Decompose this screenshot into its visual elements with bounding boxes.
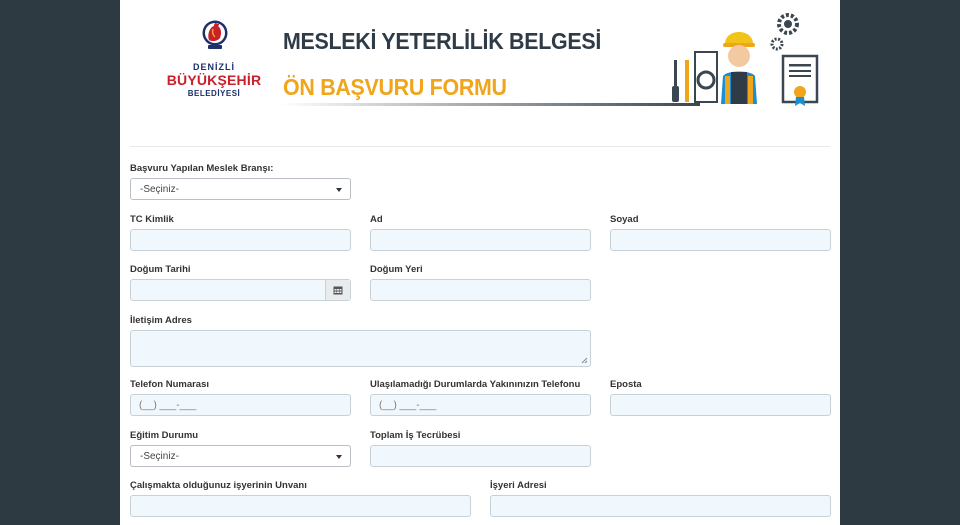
adres-label: İletişim Adres: [130, 315, 192, 326]
yakin-telefon-label: Ulaşılamadığı Durumlarda Yakınınızın Tel…: [370, 379, 581, 390]
dogum-yeri-label: Doğum Yeri: [370, 264, 423, 275]
yakin-telefon-input[interactable]: (__) ___-___: [370, 394, 591, 416]
adres-textarea[interactable]: [130, 330, 591, 367]
municipality-logo: DENİZLİ BÜYÜKŞEHİR BELEDİYESİ: [164, 10, 264, 102]
tecrube-input[interactable]: [370, 445, 591, 467]
logo-text-main: BÜYÜKŞEHİR: [166, 72, 262, 88]
chevron-down-icon: [336, 455, 342, 459]
gear-icon: [770, 13, 799, 51]
isyeri-unvan-input[interactable]: [130, 495, 471, 517]
yakin-telefon-placeholder: (__) ___-___: [379, 400, 437, 411]
dogum-yeri-input[interactable]: [370, 279, 591, 301]
telefon-label: Telefon Numarası: [130, 379, 210, 390]
resize-grip-icon[interactable]: [581, 357, 588, 364]
dogum-tarihi-input[interactable]: [130, 279, 351, 301]
worker-tools-illustration: [672, 13, 819, 106]
tecrube-label: Toplam İş Tecrübesi: [370, 430, 461, 441]
egitim-label: Eğitim Durumu: [130, 430, 199, 441]
isyeri-adres-label: İşyeri Adresi: [490, 480, 547, 491]
form-title: MESLEKİ YETERLİLİK BELGESİ: [283, 28, 602, 54]
logo-text-city: DENİZLİ: [193, 62, 235, 72]
date-picker-button[interactable]: [325, 280, 350, 300]
telefon-input[interactable]: (__) ___-___: [130, 394, 351, 416]
branch-select-value: -Seçiniz-: [140, 184, 179, 195]
hard-hat-icon: [725, 32, 753, 44]
page-header: DENİZLİ BÜYÜKŞEHİR BELEDİYESİ MESLEKİ YE…: [120, 0, 840, 120]
wrench-icon: [685, 60, 689, 102]
egitim-select-value: -Seçiniz-: [140, 451, 179, 462]
form-page: DENİZLİ BÜYÜKŞEHİR BELEDİYESİ MESLEKİ YE…: [120, 0, 840, 525]
egitim-select[interactable]: -Seçiniz-: [130, 445, 351, 467]
tc-input[interactable]: [130, 229, 351, 251]
soyad-input[interactable]: [610, 229, 831, 251]
logo-text-sub: BELEDİYESİ: [187, 89, 241, 98]
ad-label: Ad: [370, 214, 383, 225]
chevron-down-icon: [336, 188, 342, 192]
header-divider: [130, 146, 830, 147]
calendar-icon: [333, 286, 343, 295]
eposta-label: Eposta: [610, 379, 642, 390]
soyad-label: Soyad: [610, 214, 639, 225]
header-underline: [280, 103, 700, 106]
eposta-input[interactable]: [610, 394, 831, 416]
tc-label: TC Kimlik: [130, 214, 174, 225]
ad-input[interactable]: [370, 229, 591, 251]
dogum-tarihi-label: Doğum Tarihi: [130, 264, 191, 275]
isyeri-unvan-label: Çalışmakta olduğunuz işyerinin Unvanı: [130, 480, 307, 491]
telefon-placeholder: (__) ___-___: [139, 400, 197, 411]
rooster-emblem-icon: [202, 20, 228, 49]
isyeri-adres-input[interactable]: [490, 495, 831, 517]
form-subtitle: ÖN BAŞVURU FORMU: [283, 74, 507, 100]
branch-label: Başvuru Yapılan Meslek Branşı:: [130, 163, 274, 174]
branch-select[interactable]: -Seçiniz-: [130, 178, 351, 200]
